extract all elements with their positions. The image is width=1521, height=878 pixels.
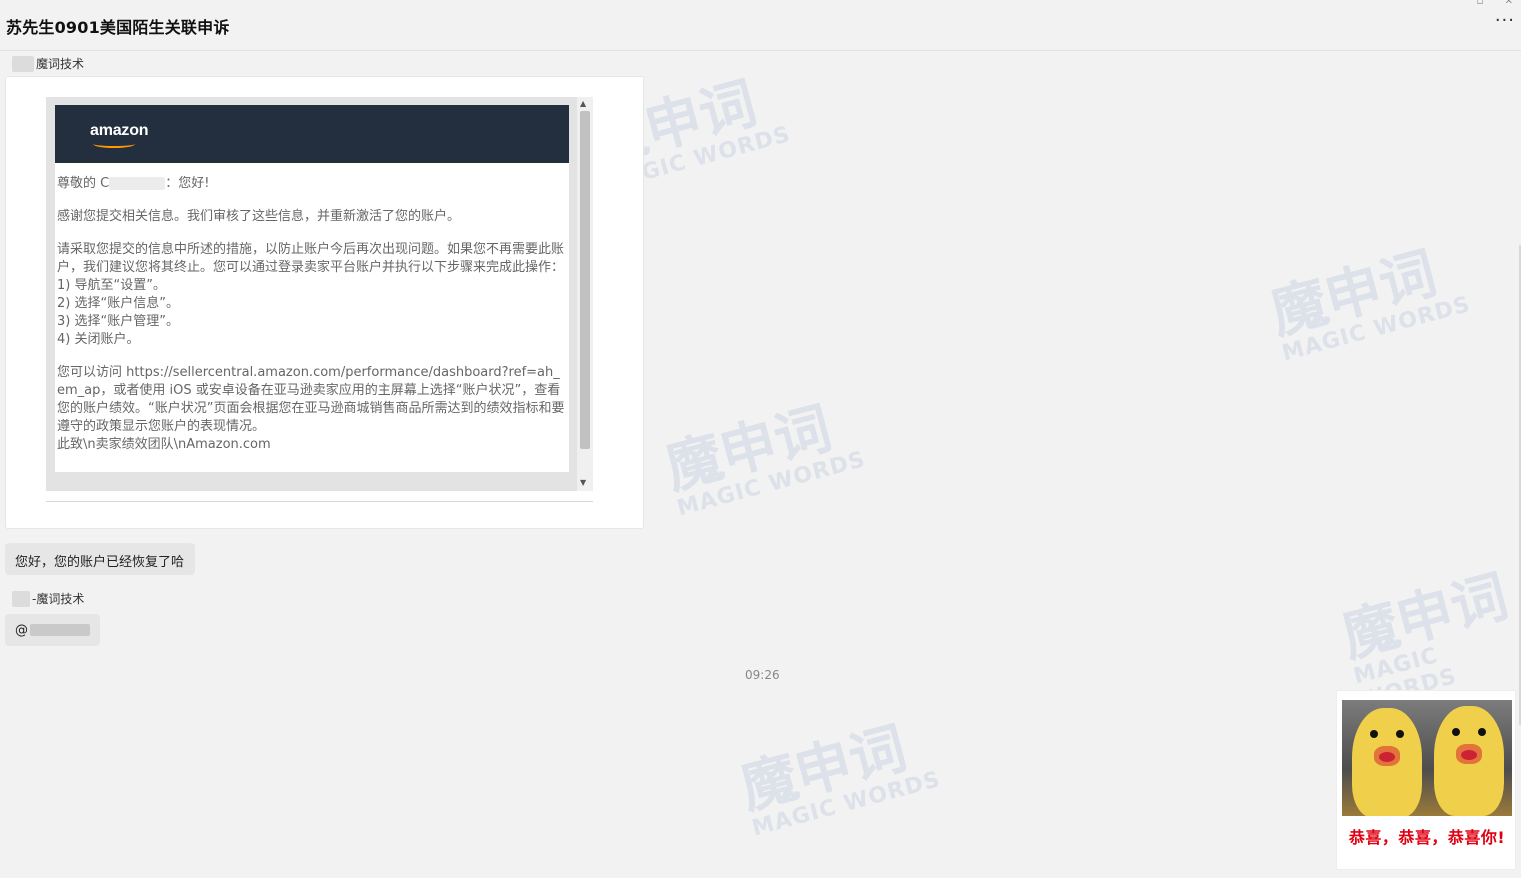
redacted-mention (30, 624, 90, 636)
more-horizontal-icon: ··· (1494, 10, 1515, 31)
email-step: 3) 选择“账户管理”。 (57, 314, 179, 329)
message-sender: 魔词技术 (12, 55, 84, 72)
chat-header: 苏先生0901美国陌生关联申诉 ▫ ✕ ··· (0, 0, 1521, 51)
window-controls: ▫ ✕ (1459, 0, 1513, 7)
email-steps: 1) 导航至“设置”。 2) 选择“账户信息”。 3) 选择“账户管理”。 4)… (57, 277, 567, 349)
message-sender: -魔词技术 (12, 590, 84, 607)
chat-title: 苏先生0901美国陌生关联申诉 (6, 18, 230, 37)
avatar[interactable] (12, 590, 30, 607)
email-closing: 此致\n卖家绩效团队\nAmazon.com (57, 437, 271, 452)
amazon-email: amazon 尊敬的 C ：您好! 感谢您提交相关信息。我们审核了这些信息，并重新… (55, 105, 569, 472)
watermark: 魔申词 MAGIC WORDS (1263, 240, 1474, 367)
amazon-smile-icon (93, 140, 135, 148)
watermark: 魔申词 MAGIC WORDS (658, 395, 869, 522)
email-step: 4) 关闭账户。 (57, 332, 140, 347)
sticker-caption: 恭喜，恭喜，恭喜你! (1348, 828, 1506, 847)
message-timestamp: 09:26 (745, 668, 780, 682)
redacted-name (109, 177, 166, 190)
email-body: 尊敬的 C ：您好! 感谢您提交相关信息。我们审核了这些信息，并重新激活了您的账户… (55, 163, 569, 454)
email-paragraph: 感谢您提交相关信息。我们审核了这些信息，并重新激活了您的账户。 (57, 209, 461, 224)
scroll-down-icon[interactable]: ▼ (580, 478, 586, 487)
email-message-card[interactable]: amazon 尊敬的 C ：您好! 感谢您提交相关信息。我们审核了这些信息，并重新… (5, 76, 644, 529)
email-paragraph: 您可以访问 https://sellercentral.amazon.com/p… (57, 365, 565, 434)
message-bubble[interactable]: 您好，您的账户已经恢复了哈 (5, 543, 195, 575)
amazon-logo: amazon (90, 122, 149, 139)
chick-sticker-image (1342, 700, 1512, 816)
close-icon[interactable]: ✕ (1505, 0, 1513, 7)
scroll-up-icon[interactable]: ▲ (580, 99, 586, 108)
email-frame: amazon 尊敬的 C ：您好! 感谢您提交相关信息。我们审核了这些信息，并重新… (46, 97, 593, 491)
amazon-email-header: amazon (55, 105, 569, 163)
sender-name: -魔词技术 (32, 592, 85, 606)
chick-icon (1434, 706, 1504, 816)
email-paragraph: 请采取您提交的信息中所述的措施，以防止账户今后再次出现问题。如果您不再需要此账户… (57, 242, 565, 275)
watermark: 魔申词 MAGIC WORDS (733, 715, 944, 842)
scroll-thumb[interactable] (580, 111, 590, 449)
avatar[interactable] (12, 55, 34, 72)
chick-icon (1352, 708, 1422, 816)
email-greeting: 尊敬的 C ：您好! (57, 176, 210, 191)
more-options-button[interactable]: ··· (1495, 10, 1515, 31)
email-scrollbar[interactable]: ▲ ▼ (577, 97, 593, 491)
email-step: 1) 导航至“设置”。 (57, 278, 166, 293)
email-step: 2) 选择“账户信息”。 (57, 296, 179, 311)
divider (46, 501, 593, 502)
sender-name: 魔词技术 (36, 57, 85, 71)
mention-bubble[interactable]: @ (5, 614, 100, 646)
congrats-sticker[interactable]: 恭喜，恭喜，恭喜你! (1336, 690, 1516, 870)
minimize-icon[interactable]: ▫ (1477, 0, 1484, 7)
